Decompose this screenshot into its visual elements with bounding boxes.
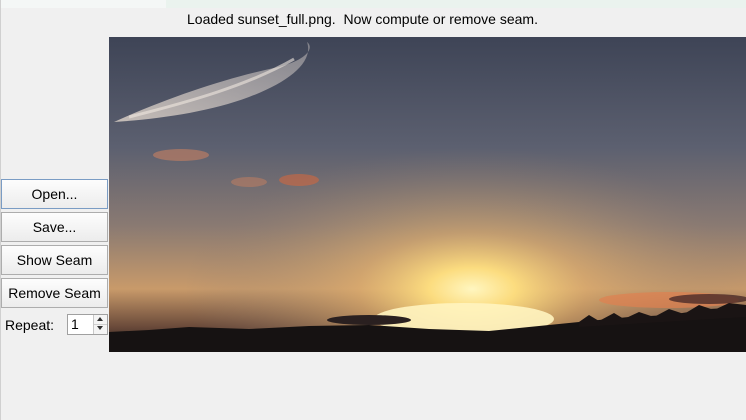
- up-arrow-icon: [97, 317, 103, 321]
- sunset-image: [109, 37, 746, 352]
- repeat-spinbox[interactable]: 1: [67, 314, 108, 335]
- status-label: Loaded sunset_full.png. Now compute or r…: [187, 11, 538, 27]
- repeat-label: Repeat:: [5, 317, 55, 333]
- repeat-value[interactable]: 1: [71, 316, 79, 332]
- open-button[interactable]: Open...: [1, 179, 108, 209]
- show-seam-button[interactable]: Show Seam: [1, 245, 108, 275]
- save-button[interactable]: Save...: [1, 212, 108, 242]
- title-strip-accent: [166, 0, 746, 8]
- down-arrow-icon: [97, 326, 103, 330]
- spin-down-button[interactable]: [94, 324, 107, 333]
- repeat-row: Repeat: 1: [1, 311, 108, 339]
- image-canvas[interactable]: [109, 37, 746, 352]
- spin-arrows: [93, 315, 107, 334]
- control-panel: Open... Save... Show Seam Remove Seam Re…: [0, 179, 108, 339]
- app-window: Loaded sunset_full.png. Now compute or r…: [0, 0, 746, 420]
- remove-seam-button[interactable]: Remove Seam: [1, 278, 108, 308]
